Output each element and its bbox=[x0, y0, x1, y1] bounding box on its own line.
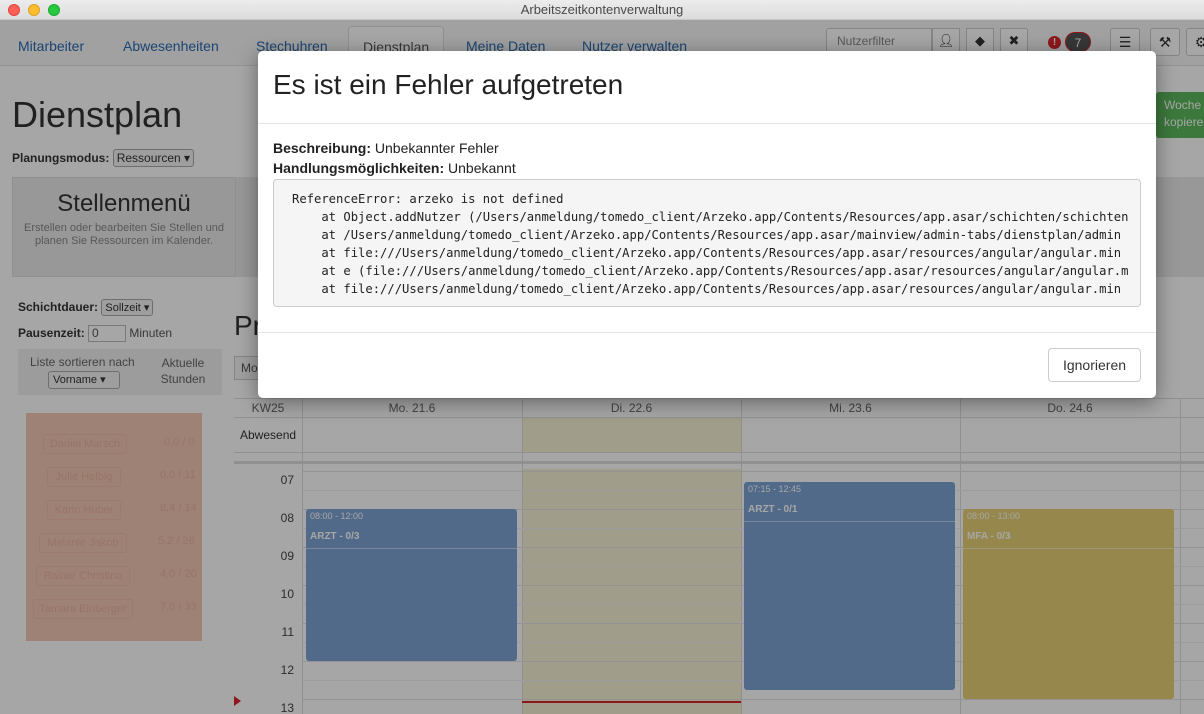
trace-line: at Object.addNutzer (/Users/anmeldung/to… bbox=[292, 210, 1129, 224]
trace-line: at file:///Users/anmeldung/tomedo_client… bbox=[292, 282, 1122, 296]
actions-value: Unbekannt bbox=[448, 160, 516, 176]
trace-line: at file:///Users/anmeldung/tomedo_client… bbox=[292, 246, 1122, 260]
error-modal: Es ist ein Fehler aufgetreten Beschreibu… bbox=[258, 51, 1156, 398]
ignore-button[interactable]: Ignorieren bbox=[1048, 348, 1141, 382]
window-title: Arbeitszeitkontenverwaltung bbox=[520, 2, 684, 17]
description-label: Beschreibung: bbox=[273, 140, 372, 156]
window-titlebar: Arbeitszeitkontenverwaltung bbox=[0, 0, 1204, 20]
error-description: Beschreibung: Unbekannter Fehler bbox=[273, 140, 499, 156]
actions-label: Handlungsmöglichkeiten: bbox=[273, 160, 445, 176]
modal-footer-divider bbox=[258, 332, 1156, 333]
error-actions: Handlungsmöglichkeiten: Unbekannt bbox=[273, 160, 516, 176]
description-value: Unbekannter Fehler bbox=[374, 140, 499, 156]
error-stacktrace: ReferenceError: arzeko is not defined at… bbox=[273, 179, 1141, 307]
trace-line: ReferenceError: arzeko is not defined bbox=[292, 192, 564, 206]
trace-line: at /Users/anmeldung/tomedo_client/Arzeko… bbox=[292, 228, 1122, 242]
trace-line: at e (file:///Users/anmeldung/tomedo_cli… bbox=[292, 264, 1129, 278]
modal-header-divider bbox=[258, 123, 1156, 124]
modal-title: Es ist ein Fehler aufgetreten bbox=[273, 69, 624, 100]
